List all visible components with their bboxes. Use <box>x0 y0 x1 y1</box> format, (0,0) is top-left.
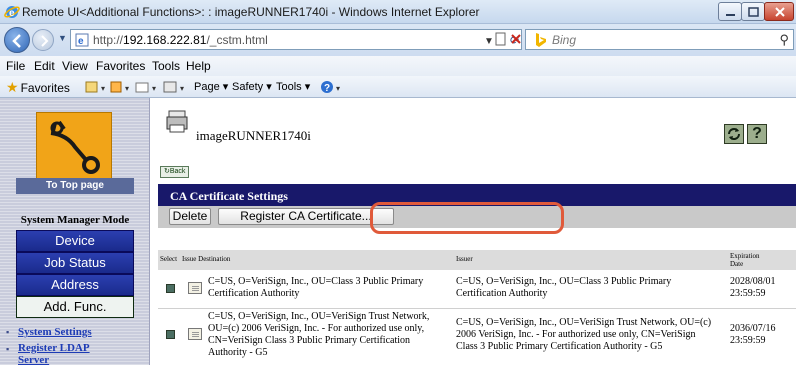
back-nav-button[interactable] <box>4 27 30 53</box>
table-row: C=US, O=VeriSign, Inc., OU=Class 3 Publi… <box>158 272 796 306</box>
stop-icon[interactable] <box>508 29 526 50</box>
maximize-icon <box>748 7 759 17</box>
header-issuer: Issuer <box>456 255 473 263</box>
favorites-bar: ★ Favorites ▾ ▾ ▾ ▾ Page ▾ Safety ▾ Tools… <box>0 76 796 98</box>
back-button[interactable]: ↻Back <box>160 166 190 178</box>
to-top-page-button[interactable]: To Top page <box>16 178 134 194</box>
menu-file[interactable]: File <box>6 59 25 73</box>
header-expiration-date: Expiration Date <box>730 252 760 268</box>
search-input[interactable]: Bing ⚲ <box>525 29 794 50</box>
home-icon <box>85 81 98 93</box>
system-manager-mode-label: System Manager Mode <box>20 214 130 226</box>
sidebar: To Top page System Manager Mode Device J… <box>0 98 150 365</box>
sidebar-address-button[interactable]: Address <box>16 274 134 296</box>
maximize-button[interactable] <box>741 2 765 21</box>
refresh-button[interactable] <box>724 124 744 144</box>
url-field[interactable]: e http://192.168.222.81/_cstm.html <box>70 29 522 50</box>
certificate-icon <box>188 282 202 294</box>
main-panel: imageRUNNER1740i ? ↻Back CA Certificate … <box>150 98 796 365</box>
close-icon <box>775 7 785 17</box>
svg-text:▾: ▾ <box>101 84 105 93</box>
svg-text:▾: ▾ <box>336 84 340 93</box>
panel-title: CA Certificate Settings <box>158 184 796 206</box>
forward-nav-button[interactable] <box>32 29 54 51</box>
issue-destination-cell: C=US, O=VeriSign, Inc., OU=VeriSign Trus… <box>208 311 430 358</box>
search-icon[interactable]: ⚲ <box>779 32 789 48</box>
window-title: Remote UI<Additional Functions>: : image… <box>22 5 480 19</box>
delete-button[interactable]: Delete <box>169 208 211 225</box>
table-row: C=US, O=VeriSign, Inc., OU=VeriSign Trus… <box>158 310 796 362</box>
issuer-cell: C=US, O=VeriSign, Inc., OU=Class 3 Publi… <box>456 276 672 299</box>
sidebar-device-button[interactable]: Device <box>16 230 134 252</box>
recent-pages-dropdown-icon[interactable]: ▼ <box>58 33 67 43</box>
search-placeholder: Bing <box>552 33 577 47</box>
register-ca-certificate-button[interactable]: Register CA Certificate... <box>218 208 394 225</box>
certificate-icon <box>188 328 202 340</box>
table-header: Select Issue Destination Issuer Expirati… <box>158 250 796 270</box>
minimize-button[interactable] <box>718 2 742 21</box>
svg-text:▾: ▾ <box>180 84 184 93</box>
dropdown-arrow-icon: ▼ <box>484 36 494 47</box>
svg-text:e: e <box>9 8 15 19</box>
page-content: To Top page System Manager Mode Device J… <box>0 98 796 365</box>
header-select: Select <box>160 255 178 263</box>
minimize-icon <box>726 14 735 16</box>
expiration-cell: 2036/07/16 23:59:59 <box>730 323 776 346</box>
issue-destination-cell: C=US, O=VeriSign, Inc., OU=Class 3 Publi… <box>208 276 424 299</box>
panel-toolbar: Delete Register CA Certificate... <box>158 206 796 228</box>
tool-icon <box>50 120 100 174</box>
menu-bar: File Edit View Favorites Tools Help <box>0 56 796 76</box>
menu-favorites[interactable]: Favorites <box>96 59 145 73</box>
tools-menu[interactable]: Tools ▾ <box>276 80 310 93</box>
expiration-cell: 2028/08/01 23:59:59 <box>730 276 776 299</box>
safety-menu[interactable]: Safety ▾ <box>232 80 272 93</box>
command-bar-icons: ▾ ▾ ▾ ▾ <box>85 81 184 93</box>
device-name: imageRUNNER1740i <box>196 128 311 143</box>
svg-text:?: ? <box>324 83 330 94</box>
row-divider <box>158 308 796 309</box>
sidebar-job-status-button[interactable]: Job Status <box>16 252 134 274</box>
header-issue-destination: Issue Destination <box>182 255 231 263</box>
help-button[interactable]: ? <box>747 124 767 144</box>
help-menu-icon[interactable]: ? ▾ <box>320 80 344 94</box>
printer-icon <box>166 110 188 133</box>
arrow-right-icon <box>41 35 49 47</box>
page-menu[interactable]: Page ▾ <box>194 80 228 93</box>
row-select-checkbox[interactable] <box>166 284 175 293</box>
close-button[interactable] <box>764 2 794 21</box>
arrow-left-icon <box>12 34 21 48</box>
window-title-bar: e Remote UI<Additional Functions>: : ima… <box>0 0 796 24</box>
menu-help[interactable]: Help <box>186 59 211 73</box>
menu-edit[interactable]: Edit <box>34 59 55 73</box>
refresh-icon <box>728 128 740 140</box>
feeds-icon <box>110 81 122 93</box>
sidebar-link-register-ldap-server[interactable]: Register LDAP Server <box>6 342 114 365</box>
row-select-checkbox[interactable] <box>166 330 175 339</box>
svg-text:e: e <box>78 36 84 47</box>
internet-explorer-icon: e <box>4 6 20 19</box>
mail-icon <box>135 82 149 93</box>
issuer-cell: C=US, O=VeriSign, Inc., OU=VeriSign Trus… <box>456 317 712 352</box>
svg-text:▾: ▾ <box>152 84 156 93</box>
menu-tools[interactable]: Tools <box>152 59 180 73</box>
page-icon: e <box>75 33 89 47</box>
to-top-logo[interactable] <box>36 112 112 180</box>
sidebar-link-system-settings[interactable]: System Settings <box>6 326 92 338</box>
sidebar-add-func-button[interactable]: Add. Func. <box>16 296 134 318</box>
favorites-button[interactable]: ★ Favorites <box>6 79 70 96</box>
address-row: ▼ e http://192.168.222.81/_cstm.html ▼ ⟳… <box>0 24 796 56</box>
menu-view[interactable]: View <box>62 59 88 73</box>
bing-icon <box>536 33 546 47</box>
url-text: http://192.168.222.81/_cstm.html <box>93 33 268 47</box>
print-icon <box>163 81 177 93</box>
star-icon: ★ <box>6 79 19 95</box>
svg-text:▾: ▾ <box>125 84 129 93</box>
compatibility-view-icon <box>495 32 506 46</box>
